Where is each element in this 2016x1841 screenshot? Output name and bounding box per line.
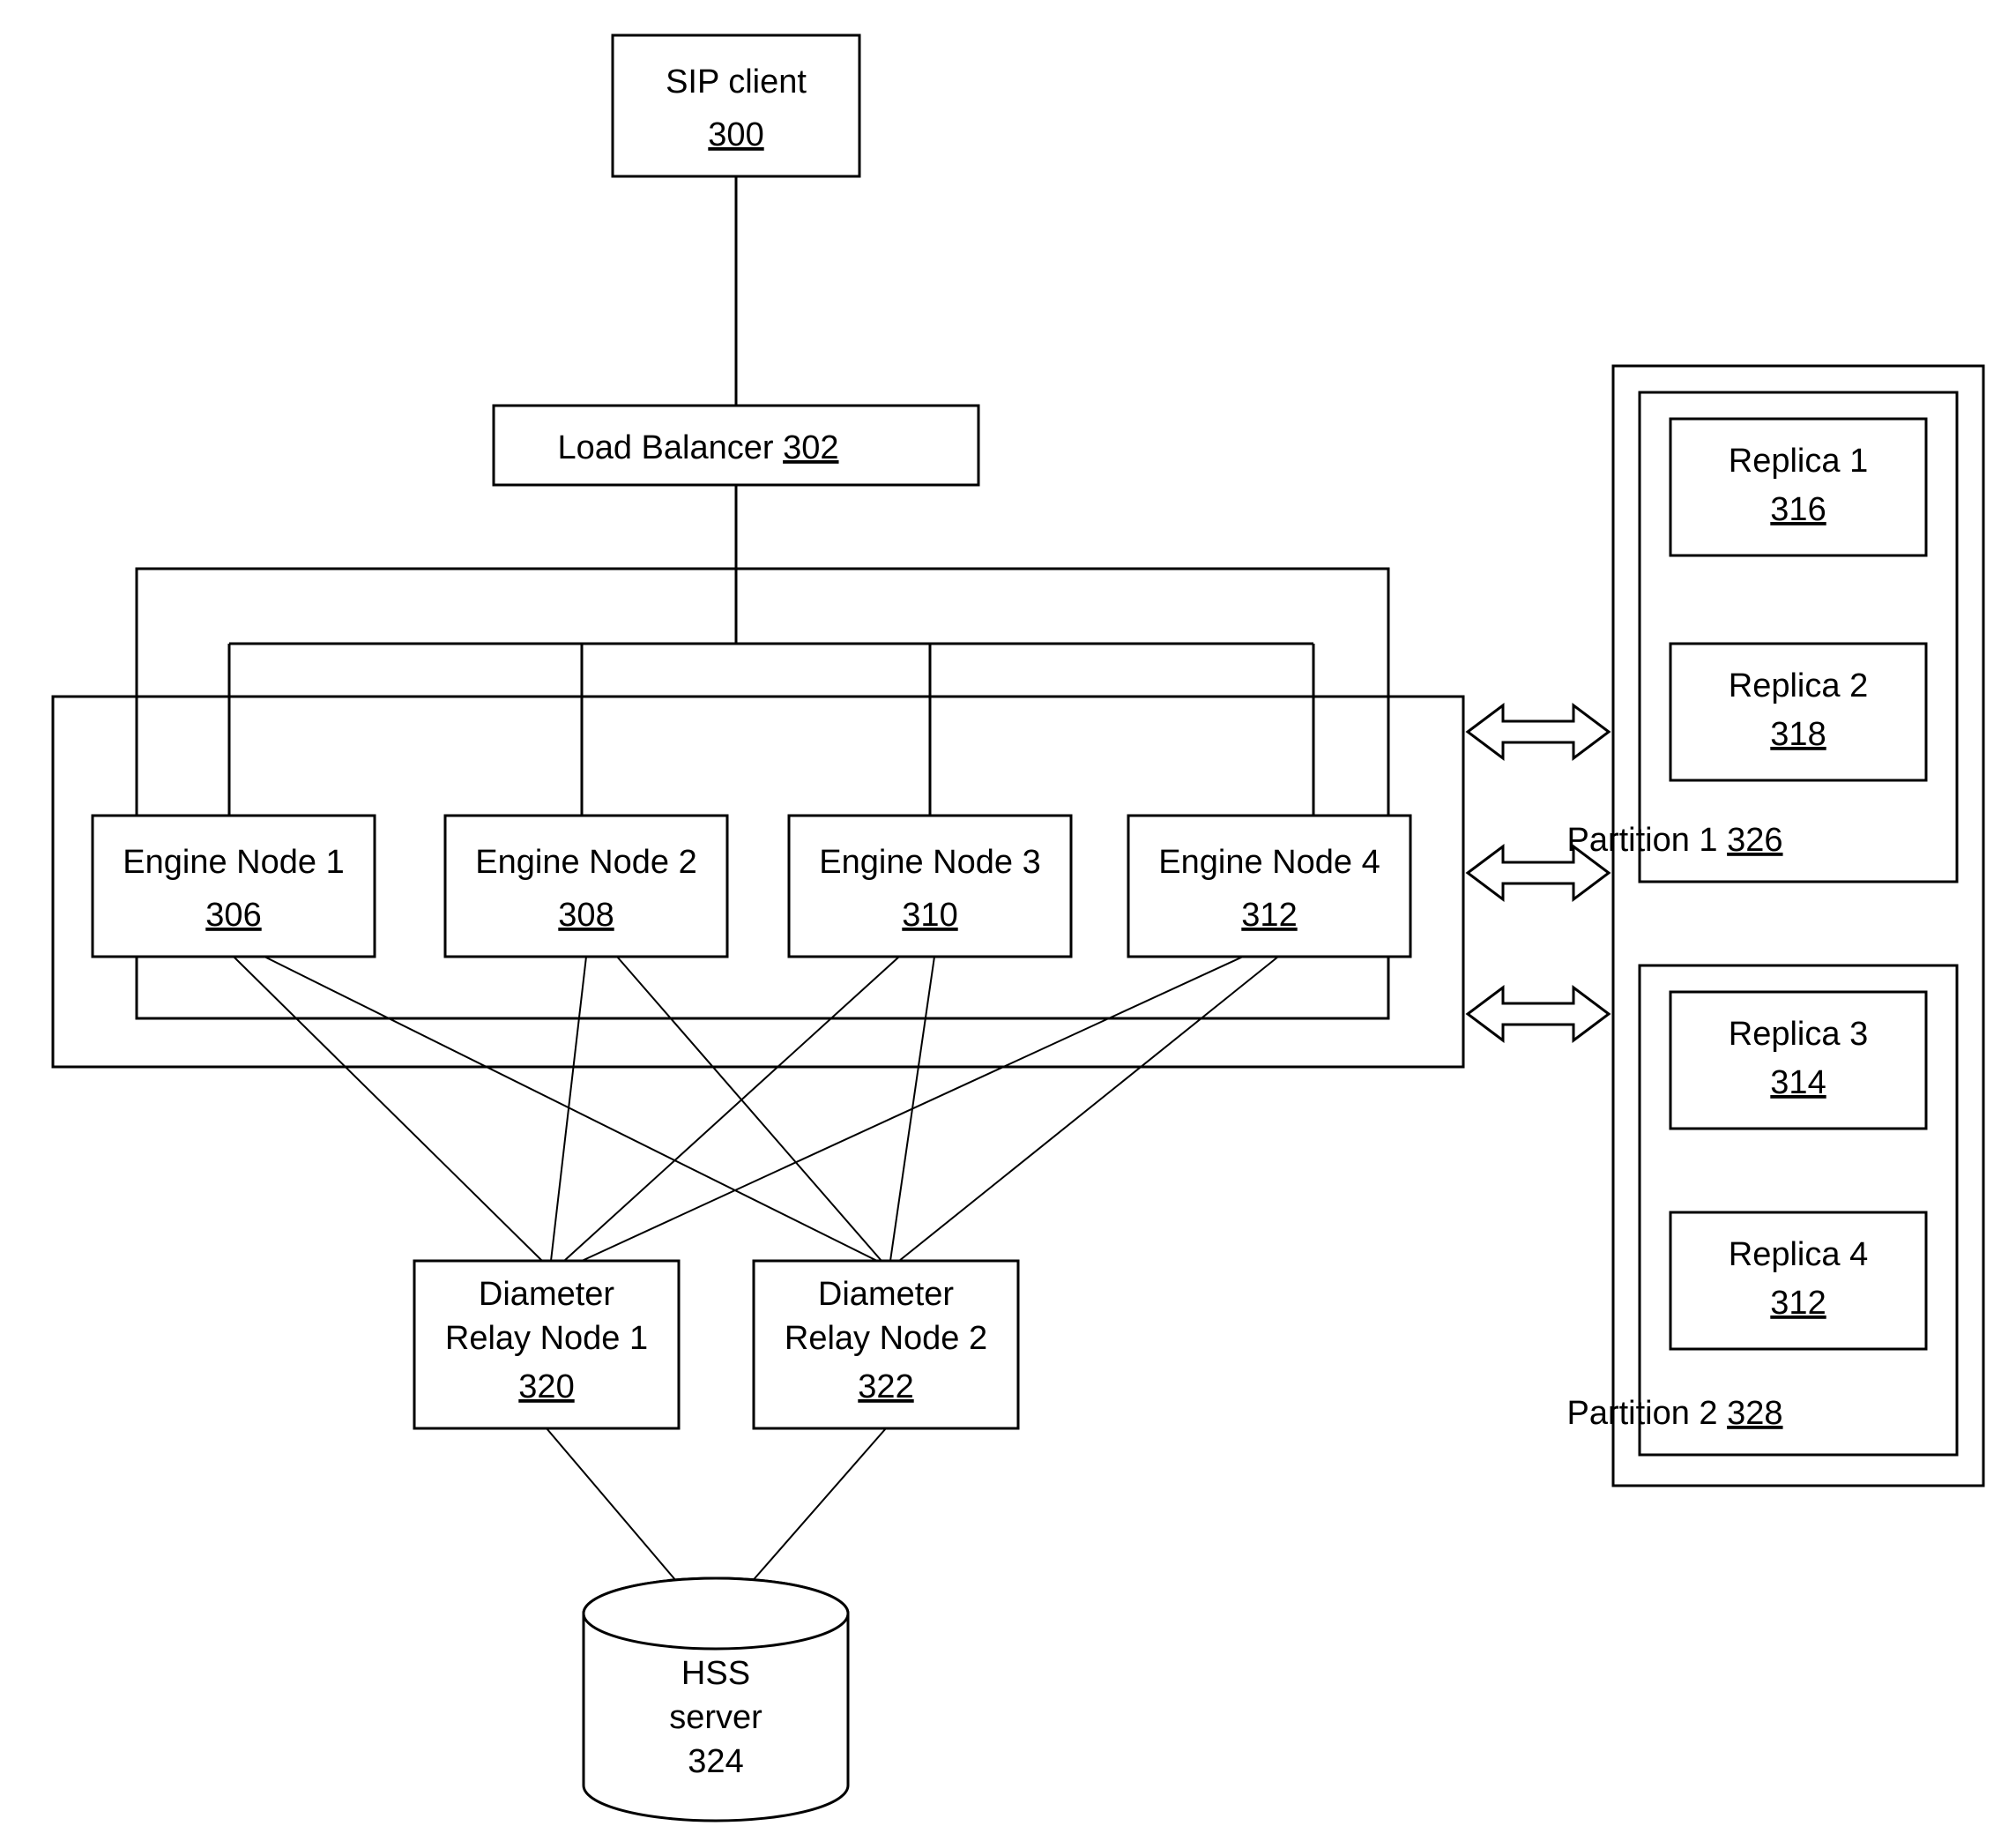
hss-ref: 324 [688, 1743, 743, 1780]
edge-r1-hss [547, 1428, 696, 1605]
engine-2-ref: 308 [558, 897, 614, 934]
relay-1-label-b: Relay Node 1 [445, 1320, 648, 1357]
replica-1-ref: 316 [1770, 491, 1826, 528]
engine-1-ref: 306 [205, 897, 261, 934]
partition-1: Replica 1 316 Replica 2 318 Partition 1 … [1566, 392, 1957, 882]
partition-1-label: Partition 1 326 [1566, 822, 1782, 859]
edge-e1-r1 [234, 957, 542, 1261]
replica-2-box [1670, 644, 1926, 780]
engine-3-label: Engine Node 3 [819, 844, 1040, 881]
hss-label-b: server [669, 1699, 763, 1736]
relay-node-1: Diameter Relay Node 1 320 [414, 1261, 679, 1428]
edge-e3-r1 [564, 957, 899, 1261]
edge-e4-r1 [582, 957, 1243, 1261]
replica-3-ref: 314 [1770, 1064, 1826, 1101]
edge-r2-hss [732, 1428, 886, 1605]
replica-2-label: Replica 2 [1729, 667, 1868, 704]
relay-2-label-a: Diameter [818, 1276, 954, 1313]
engine-node-1: Engine Node 1 306 [93, 816, 375, 957]
relay-2-label-b: Relay Node 2 [785, 1320, 987, 1357]
replica-1-box [1670, 419, 1926, 555]
engine-node-4: Engine Node 4 312 [1128, 816, 1410, 957]
engine-2-label: Engine Node 2 [475, 844, 696, 881]
load-balancer-label: Load Balancer 302 [557, 429, 838, 466]
double-arrow-3 [1468, 988, 1609, 1040]
engine-1-label: Engine Node 1 [123, 844, 344, 881]
double-arrow-1 [1468, 705, 1609, 758]
engine-3-ref: 310 [902, 897, 957, 934]
engine-node-3: Engine Node 3 310 [789, 816, 1071, 957]
relay-1-label-a: Diameter [479, 1276, 614, 1313]
edge-e2-r2 [617, 957, 882, 1261]
replica-4-box [1670, 1212, 1926, 1349]
replica-3-box [1670, 992, 1926, 1129]
replica-4-ref: 312 [1770, 1285, 1826, 1322]
sip-client-label: SIP client [666, 63, 807, 101]
engine-4-label: Engine Node 4 [1158, 844, 1380, 881]
replica-4-label: Replica 4 [1729, 1236, 1868, 1273]
edge-e1-r2 [264, 957, 877, 1261]
edge-e4-r2 [899, 957, 1278, 1261]
partition-2-label: Partition 2 328 [1566, 1395, 1782, 1432]
sip-client-box [613, 35, 859, 176]
partition-2: Replica 3 314 Replica 4 312 Partition 2 … [1566, 965, 1957, 1455]
replica-1-label: Replica 1 [1729, 443, 1868, 480]
replica-2-ref: 318 [1770, 716, 1826, 753]
replica-3-label: Replica 3 [1729, 1016, 1868, 1053]
engine-node-2: Engine Node 2 308 [445, 816, 727, 957]
relay-node-2: Diameter Relay Node 2 322 [754, 1261, 1018, 1428]
relay-1-ref: 320 [518, 1368, 574, 1405]
sip-client-ref: 300 [708, 116, 763, 153]
edge-e2-r1 [551, 957, 586, 1261]
relay-2-ref: 322 [858, 1368, 913, 1405]
engine-4-ref: 312 [1241, 897, 1297, 934]
hss-label-a: HSS [681, 1655, 750, 1692]
hss-server: HSS server 324 [584, 1578, 848, 1821]
